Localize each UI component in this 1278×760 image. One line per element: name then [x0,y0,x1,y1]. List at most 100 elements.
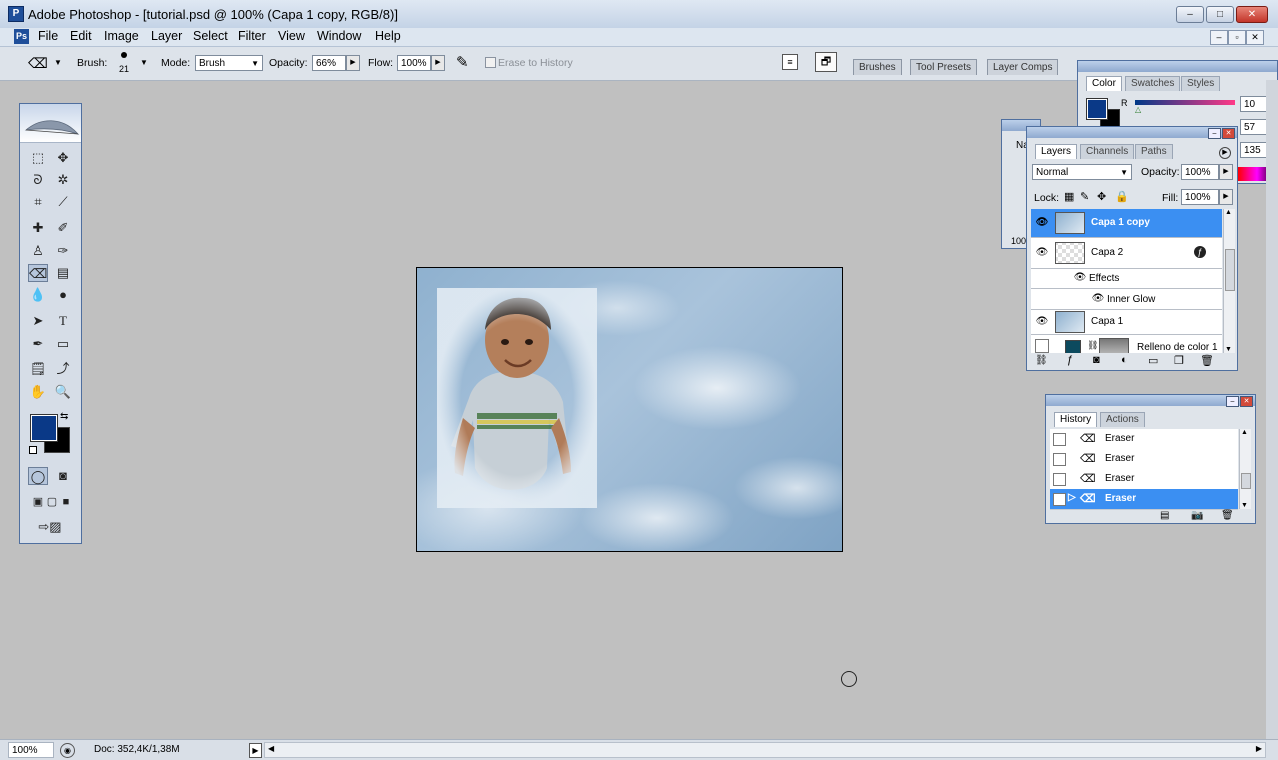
new-snapshot-icon[interactable]: 📷 [1191,510,1203,521]
history-brush-source-box[interactable] [1053,473,1066,486]
lasso-tool-icon[interactable]: ᘐ [28,171,48,189]
vertical-scrollbar[interactable] [1266,80,1278,739]
layer-effects-row[interactable]: 👁 Effects [1031,269,1222,289]
palette-options-icon[interactable]: ≡ [782,54,798,70]
fill-slider-toggle[interactable]: ▶ [1219,189,1233,205]
mode-select[interactable]: Brush ▼ [195,55,263,71]
inner-glow-eye-icon[interactable]: 👁 [1091,292,1105,306]
move-tool-icon[interactable]: ✥ [53,149,73,167]
doc-restore-button[interactable]: ▫ [1228,30,1246,45]
visibility-eye-icon[interactable]: 👁 [1035,315,1049,329]
crop-tool-icon[interactable]: ⌗ [28,193,48,211]
eyedropper-tool-icon[interactable]: ⤴ [53,360,73,378]
lock-pixels-icon[interactable]: ✎ [1080,190,1089,203]
healing-brush-tool-icon[interactable]: ✚ [28,219,48,237]
layers-close-button[interactable]: ✕ [1222,128,1235,139]
eraser-tool-icon[interactable]: ⌫ [28,264,48,282]
tab-tool-presets[interactable]: Tool Presets [910,59,978,75]
clone-stamp-tool-icon[interactable]: ♙ [28,242,48,260]
pen-tool-icon[interactable]: ✒ [28,335,48,353]
tab-brushes[interactable]: Brushes [853,59,902,75]
minimize-button[interactable]: – [1176,6,1204,23]
tab-swatches[interactable]: Swatches [1125,76,1181,91]
jump-to-imageready-icon[interactable]: ⇨▨ [28,518,72,536]
scroll-left-icon[interactable]: ◀ [268,744,274,753]
airbrush-icon[interactable]: ✎ [456,53,469,71]
type-tool-icon[interactable]: T [53,312,73,330]
tab-history[interactable]: History [1054,412,1098,427]
hand-tool-icon[interactable]: ✋ [28,383,48,401]
opacity-input[interactable]: 66% [312,55,346,71]
brush-tool-icon[interactable]: ✐ [53,219,73,237]
shape-tool-icon[interactable]: ▭ [53,335,73,353]
layers-scrollbar[interactable]: ▲ ▼ [1223,209,1235,353]
brush-picker-chevron-icon[interactable]: ▼ [140,58,148,67]
notes-tool-icon[interactable]: 🗒 [28,360,48,378]
flow-input[interactable]: 100% [397,55,431,71]
delete-layer-icon[interactable]: 🗑 [1200,354,1214,367]
status-info-icon[interactable]: ◉ [60,743,75,758]
magic-wand-tool-icon[interactable]: ✲ [53,171,73,189]
visibility-eye-icon[interactable]: 👁 [1035,246,1049,260]
doc-close-button[interactable]: ✕ [1246,30,1264,45]
layer-row-relleno[interactable]: ⛓ Relleno de color 1 [1031,335,1222,353]
swap-colors-icon[interactable]: ⇆ [60,411,68,422]
visibility-eye-icon[interactable]: 👁 [1035,216,1049,230]
color-panel-header[interactable] [1078,61,1277,72]
quick-mask-mode-icon[interactable]: ◙ [53,467,73,485]
layer-opacity-input[interactable]: 100% [1181,164,1219,180]
layer-row-capa-1-copy[interactable]: 👁 Capa 1 copy [1031,209,1222,238]
layer-row-capa-1[interactable]: 👁 Capa 1 [1031,310,1222,335]
history-scroll-down-icon[interactable]: ▼ [1241,502,1248,509]
delete-state-icon[interactable]: 🗑 [1221,510,1234,521]
screen-mode-full-icon[interactable]: ■ [56,493,76,511]
blend-mode-select[interactable]: Normal ▼ [1032,164,1132,180]
slice-tool-icon[interactable]: ⟋ [53,193,73,211]
history-minimize-button[interactable]: – [1226,396,1239,407]
tab-paths[interactable]: Paths [1135,144,1173,159]
history-brush-tool-icon[interactable]: ✑ [53,242,73,260]
tab-layers[interactable]: Layers [1035,144,1078,159]
history-brush-source-box[interactable] [1053,493,1066,506]
blur-tool-icon[interactable]: 💧 [28,286,48,304]
add-layer-style-icon[interactable]: ƒ [1067,354,1073,366]
fill-input[interactable]: 100% [1181,189,1219,205]
history-item[interactable]: ⌫ Eraser [1050,469,1238,490]
tab-color[interactable]: Color [1086,76,1122,91]
history-item-current[interactable]: ▷ ⌫ Eraser [1050,489,1238,510]
history-brush-source-box[interactable] [1053,453,1066,466]
menu-layer[interactable]: Layer [151,29,182,43]
add-mask-icon[interactable]: ◙ [1093,354,1100,366]
layer-opacity-slider-toggle[interactable]: ▶ [1219,164,1233,180]
flow-slider-toggle[interactable]: ▶ [431,55,445,71]
layers-menu-icon[interactable]: ▶ [1219,147,1231,159]
standard-mode-icon[interactable]: ◯ [28,467,48,485]
status-menu-arrow-icon[interactable]: ▶ [249,743,262,758]
r-slider-track[interactable] [1135,100,1235,105]
history-item[interactable]: ⌫ Eraser [1050,449,1238,470]
marquee-tool-icon[interactable]: ⬚ [28,149,48,167]
scroll-thumb[interactable] [1225,249,1235,291]
file-browser-icon[interactable]: 🗗 [815,52,837,72]
history-panel-header[interactable]: – ✕ [1046,395,1255,407]
horizontal-scrollbar[interactable]: ◀ ▶ [264,742,1266,758]
layers-panel-header[interactable]: – ✕ [1027,127,1237,139]
zoom-level-input[interactable]: 100% [8,742,54,758]
chevron-down-icon[interactable]: ▼ [54,58,62,67]
close-button[interactable]: ✕ [1236,6,1268,23]
menu-view[interactable]: View [278,29,305,43]
link-layers-icon[interactable]: ⛓ [1035,355,1048,366]
color-foreground-swatch[interactable] [1086,98,1108,120]
document-icon[interactable]: Ps [14,29,29,44]
brush-tip-icon[interactable] [121,52,127,58]
doc-minimize-button[interactable]: – [1210,30,1228,45]
erase-history-checkbox[interactable] [485,57,496,68]
menu-filter[interactable]: Filter [238,29,266,43]
gradient-tool-icon[interactable]: ▤ [53,264,73,282]
lock-position-icon[interactable]: ✥ [1097,190,1106,203]
eraser-tool-preset-icon[interactable]: ⌫ [28,55,48,72]
tab-styles[interactable]: Styles [1181,76,1221,91]
tab-layer-comps[interactable]: Layer Comps [987,59,1059,75]
layer-row-capa-2[interactable]: 👁 Capa 2 ƒ [1031,238,1222,269]
new-layer-icon[interactable]: ❐ [1174,354,1184,367]
